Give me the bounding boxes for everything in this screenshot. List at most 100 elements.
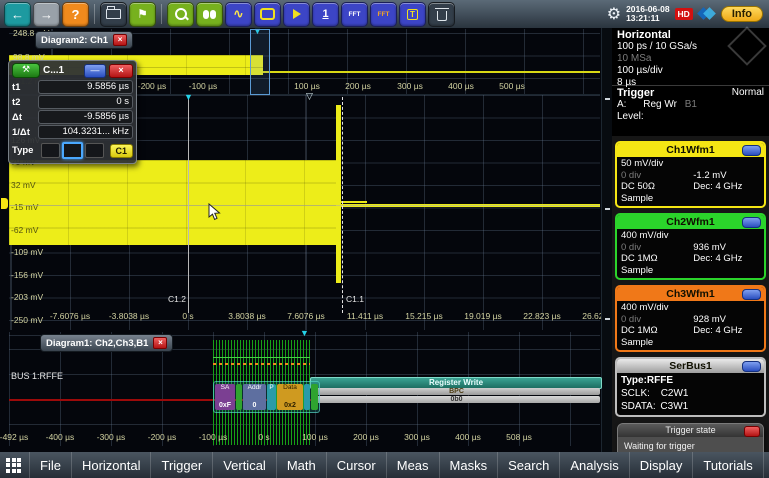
cursor-type-horizontal-button[interactable]	[41, 143, 61, 158]
cursor-c1-2-line[interactable]	[188, 97, 189, 313]
setup-wrench-icon[interactable]: ⚒	[12, 63, 40, 78]
menu-analysis[interactable]: Analysis	[559, 452, 628, 478]
menu-horizontal[interactable]: Horizontal	[70, 452, 151, 478]
search-button[interactable]	[196, 1, 223, 27]
hd-badge: HD	[674, 8, 693, 20]
cursor-type-both-button[interactable]	[84, 143, 104, 158]
dt-value[interactable]: -9.5856 µs	[38, 110, 133, 124]
zoom-button[interactable]	[167, 1, 194, 27]
zoom-region-box[interactable]	[250, 29, 270, 95]
ch3-title: Ch3Wfm1	[666, 288, 715, 300]
cursor-source-button[interactable]: C1	[109, 143, 134, 158]
ch2-mode: Sample	[621, 264, 654, 276]
serbus-header: SerBus1	[617, 359, 764, 373]
minimize-icon[interactable]: —	[84, 63, 106, 78]
settings-gear-icon[interactable]: ⚙	[607, 4, 621, 24]
t2-value[interactable]: 0 s	[38, 95, 133, 109]
trigger-panel[interactable]: Trigger Normal A: Reg Wr B1 Level:	[612, 85, 769, 136]
mask-test-icon	[260, 8, 275, 20]
close-icon[interactable]: ×	[109, 63, 133, 78]
trigger-state-title: Trigger state	[665, 425, 716, 435]
zoom-area-button[interactable]	[283, 1, 310, 27]
cursor-window-header[interactable]: ⚒ C...1 — ×	[12, 63, 133, 78]
menu-file[interactable]: File	[29, 452, 71, 478]
trigger-position-marker-icon[interactable]: ▽	[306, 92, 313, 101]
history-button[interactable]: T	[399, 1, 426, 27]
inv-dt-value[interactable]: 104.3231... kHz	[38, 125, 133, 139]
menu-meas[interactable]: Meas	[385, 452, 439, 478]
t1-value[interactable]: 9.5856 µs	[38, 80, 133, 94]
serbus-sdata-value: C3W1	[660, 401, 689, 412]
signal-box-serbus1[interactable]: SerBus1 Type:RFFE SCLK: C2W1 SDATA: C3W1	[615, 357, 766, 417]
menu-display[interactable]: Display	[628, 452, 693, 478]
fft-gated-icon: FFT	[377, 10, 390, 18]
cursor-window-title: C...1	[43, 65, 65, 76]
trigger-a-row: A: Reg Wr B1	[617, 99, 764, 111]
x-axis-label: -200 µs	[147, 432, 177, 442]
mask-test-button[interactable]	[254, 1, 281, 27]
y-axis-label: -62 mV	[11, 225, 39, 235]
info-button[interactable]: Info	[720, 6, 763, 22]
dt-label: Δt	[12, 111, 22, 123]
overview-x-label: -200 µs	[137, 81, 167, 91]
ch1-coupling: DC 50Ω	[621, 181, 656, 192]
bus-frame-value-bar[interactable]: 0b0	[313, 396, 600, 403]
minimize-icon[interactable]	[742, 145, 761, 156]
tab-diagram1[interactable]: Diagram1: Ch2,Ch3,B1 ×	[40, 334, 174, 352]
redo-button[interactable]: →	[33, 1, 60, 27]
menu-tutorials[interactable]: Tutorials	[692, 452, 764, 478]
ch2-header: Ch2Wfm1	[617, 215, 764, 229]
cursor-c1-1-line[interactable]	[342, 97, 343, 313]
x-axis-label: -400 µs	[45, 432, 75, 442]
menu-vertical[interactable]: Vertical	[212, 452, 276, 478]
open-file-button[interactable]	[100, 1, 127, 27]
signal-box-ch2wfm1[interactable]: Ch2Wfm1 400 mV/div 0 div 936 mV DC 1MΩ Dec…	[615, 213, 766, 280]
menu-search[interactable]: Search	[497, 452, 559, 478]
menu-math[interactable]: Math	[275, 452, 326, 478]
tab-diagram2[interactable]: Diagram2: Ch1 ×	[35, 31, 134, 49]
signal-box-ch1wfm1[interactable]: Ch1Wfm1 50 mV/div 0 div -1.2 mV DC 50Ω Dec…	[615, 141, 766, 208]
menu-trigger[interactable]: Trigger	[150, 452, 212, 478]
x-axis-label: 22.823 µs	[523, 311, 561, 321]
ch1-position: 0 div	[621, 169, 642, 181]
delete-button[interactable]	[428, 1, 455, 27]
cursor-type-vertical-button[interactable]	[62, 142, 83, 159]
bus-frame-cells[interactable]: SA 0xF Addr 0 P Data 0x2	[213, 381, 320, 413]
close-icon[interactable]: ×	[113, 34, 128, 46]
fft-gated-button[interactable]: FFT	[370, 1, 397, 27]
bus1-label: BUS 1:RFFE	[11, 371, 64, 381]
close-icon[interactable]	[744, 426, 760, 437]
trigger-state-header[interactable]: Trigger state	[618, 424, 763, 437]
serbus-type: Type:RFFE	[621, 375, 674, 386]
waveform-button[interactable]: ∿	[225, 1, 252, 27]
minimize-icon[interactable]	[742, 289, 761, 300]
fft-icon: FFT	[348, 10, 361, 18]
horizontal-panel[interactable]: Horizontal 100 ps / 10 GSa/s 10 MSa 100 …	[612, 26, 769, 88]
cursor-c1-2-marker-icon[interactable]: ▼	[184, 93, 193, 102]
minimize-icon[interactable]	[742, 217, 761, 228]
help-button[interactable]: ?	[62, 1, 89, 27]
inv-dt-label: 1/Δt	[12, 126, 30, 138]
menu-cursor[interactable]: Cursor	[325, 452, 386, 478]
menu-masks[interactable]: Masks	[438, 452, 498, 478]
bus-frame-bpc-bar[interactable]: BPC	[313, 388, 600, 395]
rohde-schwarz-logo	[698, 6, 716, 22]
undo-button[interactable]: ←	[4, 1, 31, 27]
report-button[interactable]: ⚑	[129, 1, 156, 27]
x-axis-label: -3.8038 µs	[108, 311, 150, 321]
signal-box-ch3wfm1[interactable]: Ch3Wfm1 400 mV/div 0 div 928 mV DC 1MΩ Dec…	[615, 285, 766, 352]
fft-button[interactable]: FFT	[341, 1, 368, 27]
x-axis-label: -100 µs	[198, 432, 228, 442]
frame-bpc: BPC	[449, 388, 464, 395]
close-icon[interactable]: ×	[153, 337, 168, 349]
ch1-position-marker[interactable]	[1, 198, 8, 209]
ch3-mode: Sample	[621, 336, 654, 348]
trigger-marker-icon[interactable]: ▼	[300, 329, 309, 338]
apps-grid-icon[interactable]	[6, 457, 21, 473]
minimize-icon[interactable]	[742, 361, 761, 372]
menu-search-label: Search	[508, 457, 550, 473]
x-axis-label: 100 µs	[302, 432, 328, 442]
menu-file-label: File	[40, 457, 61, 473]
annotation-button[interactable]: 1	[312, 1, 339, 27]
bus-cell-sa: SA 0xF	[215, 384, 235, 410]
